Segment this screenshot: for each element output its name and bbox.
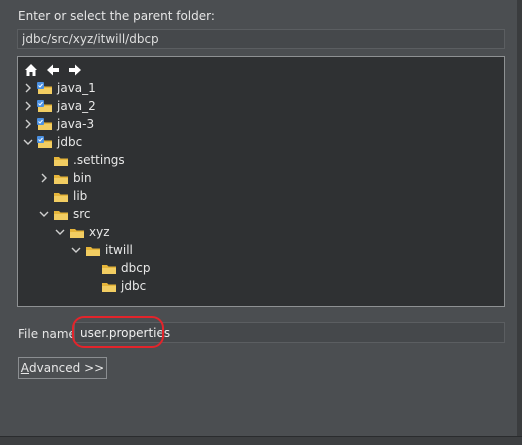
tree-item-label: java-3 (57, 117, 95, 131)
forward-arrow-icon[interactable] (67, 62, 83, 78)
folder-tree[interactable]: java_1 java_2 java-3 jdbc .settings bin lib src… (17, 56, 505, 307)
folder-icon (53, 154, 69, 167)
folder-icon (53, 172, 69, 185)
folder-icon (101, 262, 117, 275)
tree-item[interactable]: jdbc (22, 133, 82, 151)
parent-folder-input[interactable] (17, 29, 505, 49)
chevron-right-icon[interactable] (22, 99, 34, 113)
tree-item[interactable]: itwill (70, 241, 133, 259)
chevron-right-icon[interactable] (38, 171, 50, 185)
advanced-button[interactable]: Advanced >> (18, 357, 107, 379)
chevron-down-icon[interactable] (22, 135, 34, 149)
advanced-label: dvanced >> (29, 361, 105, 375)
home-icon[interactable] (23, 62, 39, 78)
window-frame-bottom (0, 436, 522, 445)
folder-icon (85, 244, 101, 257)
tree-item-label: xyz (89, 225, 110, 239)
tree-item[interactable]: dbcp (86, 259, 150, 277)
file-name-input[interactable] (74, 322, 505, 343)
tree-item[interactable]: lib (38, 187, 87, 205)
tree-item-label: lib (73, 189, 88, 203)
tree-item-label: .settings (73, 153, 125, 167)
tree-item-label: itwill (105, 243, 133, 257)
parent-folder-prompt: Enter or select the parent folder: (18, 9, 215, 23)
tree-item[interactable]: .settings (38, 151, 125, 169)
back-arrow-icon[interactable] (45, 62, 61, 78)
folder-icon (53, 190, 69, 203)
folder-icon (101, 280, 117, 293)
tree-item-label: dbcp (121, 261, 151, 275)
project-folder-icon (37, 99, 53, 113)
tree-item[interactable]: src (38, 205, 91, 223)
chevron-right-icon[interactable] (22, 117, 34, 131)
chevron-down-icon[interactable] (38, 207, 50, 221)
tree-navigation-bar (23, 61, 83, 79)
tree-item-label: jdbc (121, 279, 147, 293)
tree-item-label: bin (73, 171, 92, 185)
project-folder-icon (37, 81, 53, 95)
folder-icon (69, 226, 85, 239)
tree-item[interactable]: xyz (54, 223, 110, 241)
chevron-right-icon[interactable] (22, 81, 34, 95)
tree-item[interactable]: java_1 (22, 79, 96, 97)
tree-item-label: java_1 (57, 81, 96, 95)
tree-item[interactable]: bin (38, 169, 92, 187)
chevron-down-icon[interactable] (54, 225, 66, 239)
advanced-mnemonic: A (20, 361, 29, 375)
file-name-label: File name: (18, 327, 80, 341)
tree-item[interactable]: jdbc (86, 277, 146, 295)
tree-item-label: jdbc (57, 135, 83, 149)
window-frame-right (517, 0, 522, 445)
folder-icon (53, 208, 69, 221)
tree-item[interactable]: java-3 (22, 115, 94, 133)
tree-item-label: java_2 (57, 99, 96, 113)
chevron-down-icon[interactable] (70, 243, 82, 257)
tree-item-label: src (73, 207, 91, 221)
tree-item[interactable]: java_2 (22, 97, 96, 115)
project-folder-icon (37, 117, 53, 131)
project-folder-icon (37, 135, 53, 149)
